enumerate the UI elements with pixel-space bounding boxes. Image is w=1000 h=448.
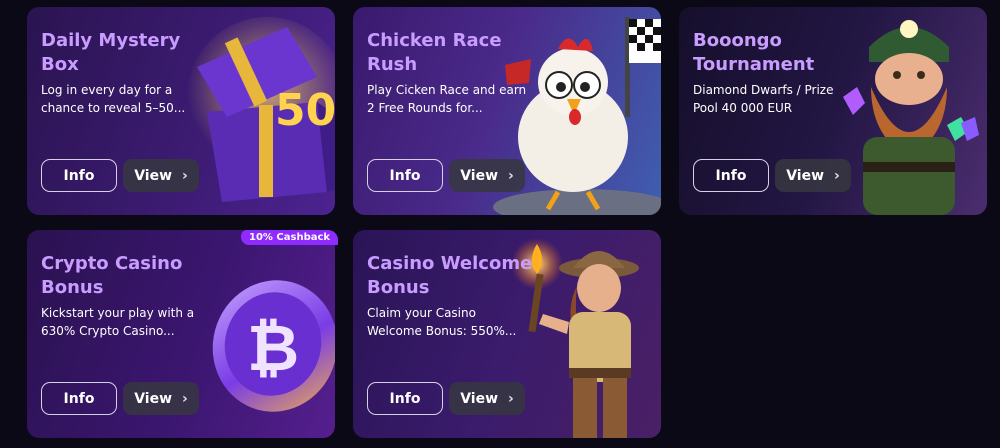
card-description: Claim your Casino Welcome Bonus: 550%...	[367, 306, 517, 338]
promo-card-chicken-race-rush[interactable]: Chicken Race Rush Play Cicken Race and e…	[353, 7, 661, 215]
promo-card-daily-mystery-box[interactable]: 50 Daily Mystery Box Log in every day fo…	[27, 7, 335, 215]
card-title: Casino Welcome Bonus	[367, 253, 533, 298]
chevron-right-icon: ›	[182, 167, 188, 184]
info-button[interactable]: Info	[41, 382, 117, 415]
bitcoin-icon: ₿	[212, 280, 335, 412]
card-title: Daily Mystery Box	[41, 30, 181, 75]
info-button[interactable]: Info	[367, 159, 443, 192]
promo-card-booongo-tournament[interactable]: Booongo Tournament Diamond Dwarfs / Priz…	[679, 7, 987, 215]
chevron-right-icon: ›	[508, 390, 514, 407]
card-title: Chicken Race Rush	[367, 30, 502, 75]
svg-text:50: 50	[275, 85, 335, 136]
info-button[interactable]: Info	[41, 159, 117, 192]
card-description: Play Cicken Race and earn 2 Free Rounds …	[367, 83, 527, 115]
info-button[interactable]: Info	[693, 159, 769, 192]
view-button[interactable]: View ›	[123, 159, 199, 192]
promo-card-crypto-casino-bonus[interactable]: ₿ Crypto Casino Bonus Kickstart your pla…	[27, 230, 335, 438]
view-button[interactable]: View ›	[449, 382, 525, 415]
promo-card-casino-welcome-bonus[interactable]: Casino Welcome Bonus Claim your Casino W…	[353, 230, 661, 438]
view-button[interactable]: View ›	[123, 382, 199, 415]
card-description: Diamond Dwarfs / Prize Pool 40 000 EUR	[693, 83, 834, 115]
card-title: Crypto Casino Bonus	[41, 253, 183, 298]
svg-text:₿: ₿	[247, 312, 299, 386]
view-button[interactable]: View ›	[449, 159, 525, 192]
chevron-right-icon: ›	[182, 390, 188, 407]
cashback-badge: 10% Cashback	[241, 230, 339, 245]
card-description: Kickstart your play with a 630% Crypto C…	[41, 306, 195, 338]
chevron-right-icon: ›	[834, 167, 840, 184]
card-title: Booongo Tournament	[693, 30, 815, 75]
chevron-right-icon: ›	[508, 167, 514, 184]
view-button[interactable]: View ›	[775, 159, 851, 192]
card-description: Log in every day for a chance to reveal …	[41, 83, 186, 115]
info-button[interactable]: Info	[367, 382, 443, 415]
